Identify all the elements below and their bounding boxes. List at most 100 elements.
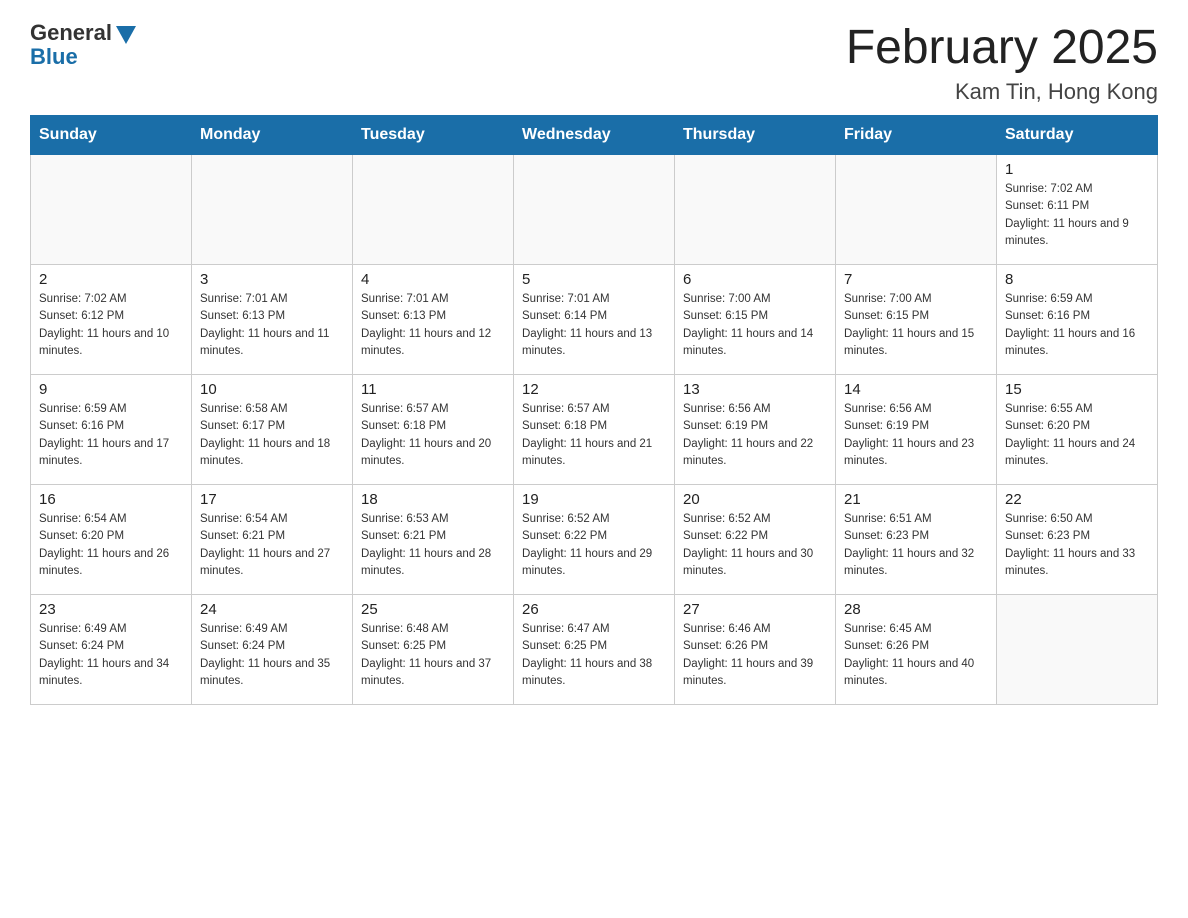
day-number: 2	[39, 271, 183, 288]
weekday-header-friday: Friday	[836, 116, 997, 155]
day-number: 8	[1005, 271, 1149, 288]
calendar-cell	[31, 155, 192, 265]
calendar-cell: 17 Sunrise: 6:54 AMSunset: 6:21 PMDayligh…	[192, 485, 353, 595]
day-info: Sunrise: 6:55 AMSunset: 6:20 PMDaylight:…	[1005, 401, 1149, 470]
calendar-week-row: 16 Sunrise: 6:54 AMSunset: 6:20 PMDayligh…	[31, 485, 1158, 595]
day-number: 13	[683, 381, 827, 398]
calendar-cell: 24Sunrise: 6:49 AMSunset: 6:24 PMDayligh…	[192, 595, 353, 705]
day-info: Sunrise: 7:02 AMSunset: 6:11 PMDaylight:…	[1005, 181, 1149, 250]
calendar-week-row: 23Sunrise: 6:49 AMSunset: 6:24 PMDayligh…	[31, 595, 1158, 705]
day-number: 26	[522, 601, 666, 618]
calendar-cell: 25 Sunrise: 6:48 AMSunset: 6:25 PMDayligh…	[353, 595, 514, 705]
calendar-week-row: 9 Sunrise: 6:59 AMSunset: 6:16 PMDaylight…	[31, 375, 1158, 485]
day-info: Sunrise: 6:54 AMSunset: 6:20 PMDaylight:…	[39, 511, 183, 580]
weekday-header-row: SundayMondayTuesdayWednesdayThursdayFrid…	[31, 116, 1158, 155]
calendar-cell: 26 Sunrise: 6:47 AMSunset: 6:25 PMDayligh…	[514, 595, 675, 705]
day-number: 1	[1005, 161, 1149, 178]
calendar-cell: 11Sunrise: 6:57 AMSunset: 6:18 PMDayligh…	[353, 375, 514, 485]
calendar-cell: 8 Sunrise: 6:59 AMSunset: 6:16 PMDaylight…	[997, 265, 1158, 375]
day-number: 16	[39, 491, 183, 508]
calendar-body: 1 Sunrise: 7:02 AMSunset: 6:11 PMDaylight…	[31, 155, 1158, 705]
calendar-cell: 4 Sunrise: 7:01 AMSunset: 6:13 PMDaylight…	[353, 265, 514, 375]
calendar-week-row: 2 Sunrise: 7:02 AMSunset: 6:12 PMDaylight…	[31, 265, 1158, 375]
day-info: Sunrise: 6:50 AMSunset: 6:23 PMDaylight:…	[1005, 511, 1149, 580]
day-info: Sunrise: 6:45 AMSunset: 6:26 PMDaylight:…	[844, 621, 988, 690]
page-header: General Blue February 2025 Kam Tin, Hong…	[30, 20, 1158, 105]
day-info: Sunrise: 6:59 AMSunset: 6:16 PMDaylight:…	[1005, 291, 1149, 360]
day-number: 21	[844, 491, 988, 508]
day-info: Sunrise: 7:01 AMSunset: 6:14 PMDaylight:…	[522, 291, 666, 360]
day-info: Sunrise: 7:01 AMSunset: 6:13 PMDaylight:…	[200, 291, 344, 360]
day-info: Sunrise: 6:52 AMSunset: 6:22 PMDaylight:…	[683, 511, 827, 580]
calendar-cell: 14Sunrise: 6:56 AMSunset: 6:19 PMDayligh…	[836, 375, 997, 485]
calendar-cell: 3 Sunrise: 7:01 AMSunset: 6:13 PMDaylight…	[192, 265, 353, 375]
day-info: Sunrise: 6:51 AMSunset: 6:23 PMDaylight:…	[844, 511, 988, 580]
calendar-table: SundayMondayTuesdayWednesdayThursdayFrid…	[30, 115, 1158, 705]
calendar-cell	[997, 595, 1158, 705]
day-info: Sunrise: 6:52 AMSunset: 6:22 PMDaylight:…	[522, 511, 666, 580]
day-number: 6	[683, 271, 827, 288]
day-info: Sunrise: 6:47 AMSunset: 6:25 PMDaylight:…	[522, 621, 666, 690]
day-info: Sunrise: 7:02 AMSunset: 6:12 PMDaylight:…	[39, 291, 183, 360]
day-number: 19	[522, 491, 666, 508]
day-info: Sunrise: 6:49 AMSunset: 6:24 PMDaylight:…	[39, 621, 183, 690]
weekday-header-tuesday: Tuesday	[353, 116, 514, 155]
day-number: 18	[361, 491, 505, 508]
calendar-cell: 28 Sunrise: 6:45 AMSunset: 6:26 PMDayligh…	[836, 595, 997, 705]
day-number: 12	[522, 381, 666, 398]
logo: General Blue	[30, 20, 136, 70]
calendar-cell: 27 Sunrise: 6:46 AMSunset: 6:26 PMDayligh…	[675, 595, 836, 705]
day-number: 28	[844, 601, 988, 618]
calendar-cell: 13Sunrise: 6:56 AMSunset: 6:19 PMDayligh…	[675, 375, 836, 485]
day-info: Sunrise: 6:57 AMSunset: 6:18 PMDaylight:…	[522, 401, 666, 470]
day-number: 7	[844, 271, 988, 288]
calendar-cell	[836, 155, 997, 265]
day-info: Sunrise: 6:46 AMSunset: 6:26 PMDaylight:…	[683, 621, 827, 690]
logo-blue-text: Blue	[30, 44, 78, 70]
day-number: 20	[683, 491, 827, 508]
calendar-cell	[192, 155, 353, 265]
calendar-cell: 15Sunrise: 6:55 AMSunset: 6:20 PMDayligh…	[997, 375, 1158, 485]
calendar-cell: 12 Sunrise: 6:57 AMSunset: 6:18 PMDayligh…	[514, 375, 675, 485]
day-info: Sunrise: 6:59 AMSunset: 6:16 PMDaylight:…	[39, 401, 183, 470]
calendar-cell: 7 Sunrise: 7:00 AMSunset: 6:15 PMDaylight…	[836, 265, 997, 375]
calendar-cell: 1 Sunrise: 7:02 AMSunset: 6:11 PMDaylight…	[997, 155, 1158, 265]
day-number: 10	[200, 381, 344, 398]
day-info: Sunrise: 7:00 AMSunset: 6:15 PMDaylight:…	[683, 291, 827, 360]
day-info: Sunrise: 6:58 AMSunset: 6:17 PMDaylight:…	[200, 401, 344, 470]
day-number: 4	[361, 271, 505, 288]
day-number: 3	[200, 271, 344, 288]
day-info: Sunrise: 7:00 AMSunset: 6:15 PMDaylight:…	[844, 291, 988, 360]
day-info: Sunrise: 6:48 AMSunset: 6:25 PMDaylight:…	[361, 621, 505, 690]
calendar-cell: 2 Sunrise: 7:02 AMSunset: 6:12 PMDaylight…	[31, 265, 192, 375]
day-info: Sunrise: 7:01 AMSunset: 6:13 PMDaylight:…	[361, 291, 505, 360]
calendar-header: SundayMondayTuesdayWednesdayThursdayFrid…	[31, 116, 1158, 155]
day-number: 22	[1005, 491, 1149, 508]
calendar-cell: 22 Sunrise: 6:50 AMSunset: 6:23 PMDayligh…	[997, 485, 1158, 595]
day-number: 25	[361, 601, 505, 618]
day-number: 9	[39, 381, 183, 398]
location-title: Kam Tin, Hong Kong	[846, 79, 1158, 105]
weekday-header-thursday: Thursday	[675, 116, 836, 155]
day-number: 14	[844, 381, 988, 398]
calendar-cell: 16 Sunrise: 6:54 AMSunset: 6:20 PMDayligh…	[31, 485, 192, 595]
day-number: 17	[200, 491, 344, 508]
weekday-header-monday: Monday	[192, 116, 353, 155]
calendar-cell: 21 Sunrise: 6:51 AMSunset: 6:23 PMDayligh…	[836, 485, 997, 595]
day-number: 5	[522, 271, 666, 288]
title-area: February 2025 Kam Tin, Hong Kong	[846, 20, 1158, 105]
day-info: Sunrise: 6:49 AMSunset: 6:24 PMDaylight:…	[200, 621, 344, 690]
day-info: Sunrise: 6:54 AMSunset: 6:21 PMDaylight:…	[200, 511, 344, 580]
calendar-cell: 6 Sunrise: 7:00 AMSunset: 6:15 PMDaylight…	[675, 265, 836, 375]
month-title: February 2025	[846, 20, 1158, 75]
calendar-cell: 18Sunrise: 6:53 AMSunset: 6:21 PMDayligh…	[353, 485, 514, 595]
calendar-cell: 19 Sunrise: 6:52 AMSunset: 6:22 PMDayligh…	[514, 485, 675, 595]
day-number: 27	[683, 601, 827, 618]
calendar-cell: 23Sunrise: 6:49 AMSunset: 6:24 PMDayligh…	[31, 595, 192, 705]
calendar-cell: 9 Sunrise: 6:59 AMSunset: 6:16 PMDaylight…	[31, 375, 192, 485]
calendar-cell	[675, 155, 836, 265]
weekday-header-saturday: Saturday	[997, 116, 1158, 155]
logo-general-text: General	[30, 20, 112, 46]
weekday-header-wednesday: Wednesday	[514, 116, 675, 155]
calendar-cell: 5 Sunrise: 7:01 AMSunset: 6:14 PMDaylight…	[514, 265, 675, 375]
